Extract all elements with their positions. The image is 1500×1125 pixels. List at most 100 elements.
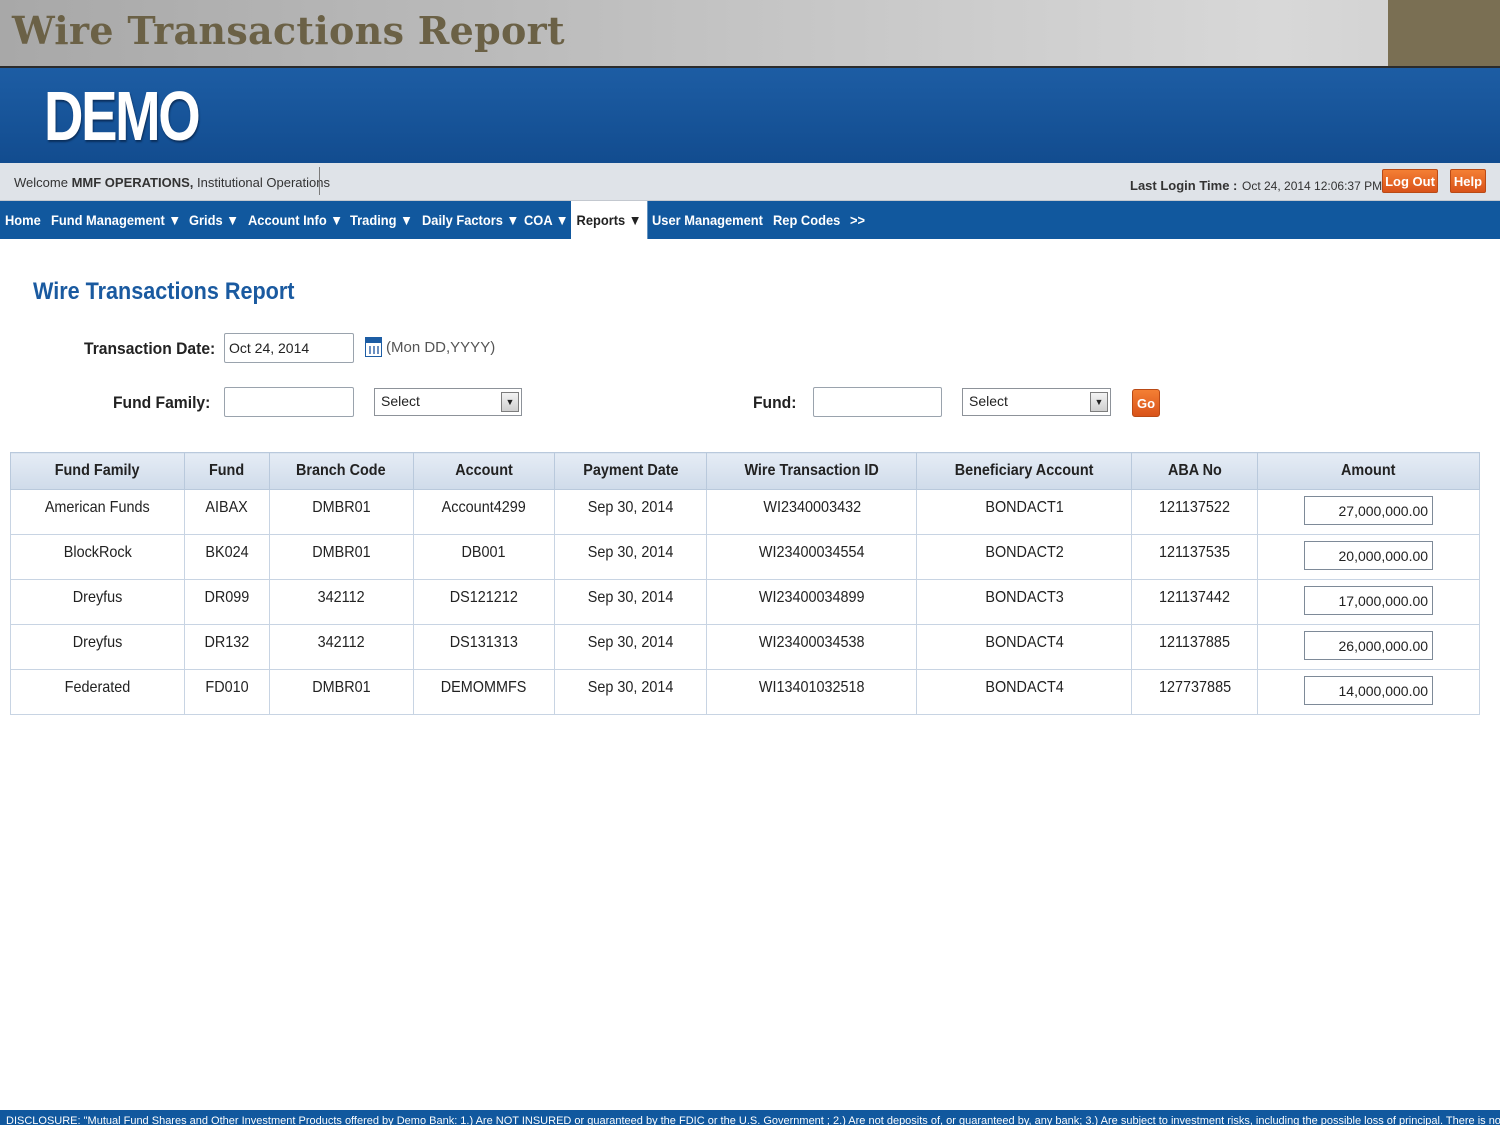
cell-account: DB001 — [412, 534, 555, 580]
slide-title: Wire Transactions Report — [12, 8, 565, 53]
cell-fund-family: American Funds — [10, 489, 185, 535]
column-header[interactable]: Fund — [183, 452, 270, 490]
cell-wire-id: WI23400034538 — [706, 624, 918, 670]
column-header[interactable]: Beneficiary Account — [916, 452, 1133, 490]
cell-beneficiary: BONDACT3 — [916, 579, 1133, 625]
cell-fund: DR132 — [183, 624, 270, 670]
table-row: BlockRock BK024 DMBR01 DB001 Sep 30, 201… — [10, 534, 1480, 580]
amount-input[interactable] — [1304, 541, 1434, 570]
fund-family-input[interactable] — [224, 387, 354, 417]
welcome-user: MMF OPERATIONS, — [71, 175, 194, 190]
nav-item-account-info[interactable]: Account Info ▼ — [248, 201, 343, 239]
footer-disclosure-bar: DISCLOSURE: "Mutual Fund Shares and Othe… — [0, 1110, 1500, 1125]
slide-title-bar: Wire Transactions Report — [0, 0, 1500, 68]
cell-payment-date: Sep 30, 2014 — [553, 489, 708, 535]
chevron-down-icon[interactable]: ▼ — [1090, 392, 1108, 412]
last-login-value: Oct 24, 2014 12:06:37 PM — [1242, 179, 1383, 193]
last-login-label: Last Login Time : — [1130, 178, 1238, 193]
slide-corner-accent — [1388, 0, 1500, 66]
fund-select-value: Select — [969, 393, 1008, 409]
cell-amount — [1257, 489, 1480, 535]
cell-aba: 121137885 — [1131, 624, 1259, 670]
fund-input[interactable] — [813, 387, 942, 417]
chevron-down-icon[interactable]: ▼ — [501, 392, 519, 412]
column-header[interactable]: Amount — [1257, 452, 1480, 490]
column-header[interactable]: Wire Transaction ID — [706, 452, 918, 490]
cell-fund-family: Dreyfus — [10, 624, 185, 670]
cell-wire-id: WI13401032518 — [706, 669, 918, 715]
cell-amount — [1257, 579, 1480, 625]
cell-branch-code: DMBR01 — [268, 669, 414, 715]
nav-item-coa[interactable]: COA ▼ — [524, 201, 568, 239]
table-row: Dreyfus DR099 342112 DS121212 Sep 30, 20… — [10, 579, 1480, 625]
cell-payment-date: Sep 30, 2014 — [553, 624, 708, 670]
cell-amount — [1257, 624, 1480, 670]
demo-logo: DEMO — [44, 77, 201, 155]
cell-fund: DR099 — [183, 579, 270, 625]
fund-select[interactable]: Select ▼ — [962, 388, 1111, 416]
cell-payment-date: Sep 30, 2014 — [553, 534, 708, 580]
nav-item-reports[interactable]: Reports ▼ — [571, 201, 648, 239]
column-header[interactable]: ABA No — [1131, 452, 1259, 490]
column-header[interactable]: Account — [412, 452, 555, 490]
brand-header: DEMO — [0, 68, 1500, 163]
cell-aba: 127737885 — [1131, 669, 1259, 715]
nav-item-more[interactable]: >> — [850, 201, 865, 239]
wire-transactions-table: Fund Family Fund Branch Code Account Pay… — [10, 452, 1480, 715]
nav-item-rep-codes[interactable]: Rep Codes — [773, 201, 840, 239]
column-header[interactable]: Branch Code — [268, 452, 414, 490]
cell-payment-date: Sep 30, 2014 — [553, 669, 708, 715]
go-button[interactable]: Go — [1132, 389, 1160, 417]
cell-amount — [1257, 534, 1480, 580]
cell-account: DS121212 — [412, 579, 555, 625]
table-row: Dreyfus DR132 342112 DS131313 Sep 30, 20… — [10, 624, 1480, 670]
calendar-icon[interactable] — [365, 337, 382, 357]
nav-item-daily-factors[interactable]: Daily Factors ▼ — [422, 201, 519, 239]
cell-fund: BK024 — [183, 534, 270, 580]
cell-aba: 121137522 — [1131, 489, 1259, 535]
column-header[interactable]: Fund Family — [10, 452, 185, 490]
cell-account: DS131313 — [412, 624, 555, 670]
nav-item-fund-management[interactable]: Fund Management ▼ — [51, 201, 181, 239]
column-header[interactable]: Payment Date — [553, 452, 708, 490]
nav-item-user-management[interactable]: User Management — [652, 201, 763, 239]
cell-account: Account4299 — [412, 489, 555, 535]
table-row: Federated FD010 DMBR01 DEMOMMFS Sep 30, … — [10, 669, 1480, 715]
cell-wire-id: WI23400034899 — [706, 579, 918, 625]
cell-branch-code: 342112 — [268, 579, 414, 625]
cell-aba: 121137442 — [1131, 579, 1259, 625]
amount-input[interactable] — [1304, 586, 1434, 615]
nav-item-grids[interactable]: Grids ▼ — [189, 201, 239, 239]
cell-wire-id: WI2340003432 — [706, 489, 918, 535]
help-button[interactable]: Help — [1450, 169, 1486, 193]
welcome-message: Welcome MMF OPERATIONS, Institutional Op… — [14, 175, 330, 190]
logout-button[interactable]: Log Out — [1382, 169, 1438, 193]
cell-aba: 121137535 — [1131, 534, 1259, 580]
page-title: Wire Transactions Report — [33, 278, 295, 305]
cell-branch-code: DMBR01 — [268, 534, 414, 580]
cell-branch-code: DMBR01 — [268, 489, 414, 535]
nav-item-trading[interactable]: Trading ▼ — [350, 201, 413, 239]
cell-beneficiary: BONDACT1 — [916, 489, 1133, 535]
nav-item-home[interactable]: Home — [5, 201, 41, 239]
cell-fund-family: Dreyfus — [10, 579, 185, 625]
cell-beneficiary: BONDACT4 — [916, 624, 1133, 670]
disclosure-text: DISCLOSURE: "Mutual Fund Shares and Othe… — [6, 1115, 1500, 1125]
transaction-date-input[interactable] — [224, 333, 354, 363]
fund-label: Fund: — [753, 393, 797, 412]
cell-fund-family: Federated — [10, 669, 185, 715]
welcome-bar: Welcome MMF OPERATIONS, Institutional Op… — [0, 163, 1500, 201]
welcome-divider — [319, 167, 320, 195]
amount-input[interactable] — [1304, 496, 1434, 525]
transaction-date-label: Transaction Date: — [84, 339, 216, 358]
date-format-hint: (Mon DD,YYYY) — [386, 339, 496, 356]
amount-input[interactable] — [1304, 631, 1434, 660]
amount-input[interactable] — [1304, 676, 1434, 705]
cell-account: DEMOMMFS — [412, 669, 555, 715]
table-header-row: Fund Family Fund Branch Code Account Pay… — [10, 452, 1480, 490]
cell-payment-date: Sep 30, 2014 — [553, 579, 708, 625]
fund-family-select-value: Select — [381, 393, 420, 409]
fund-family-select[interactable]: Select ▼ — [374, 388, 522, 416]
cell-fund: AIBAX — [183, 489, 270, 535]
cell-wire-id: WI23400034554 — [706, 534, 918, 580]
